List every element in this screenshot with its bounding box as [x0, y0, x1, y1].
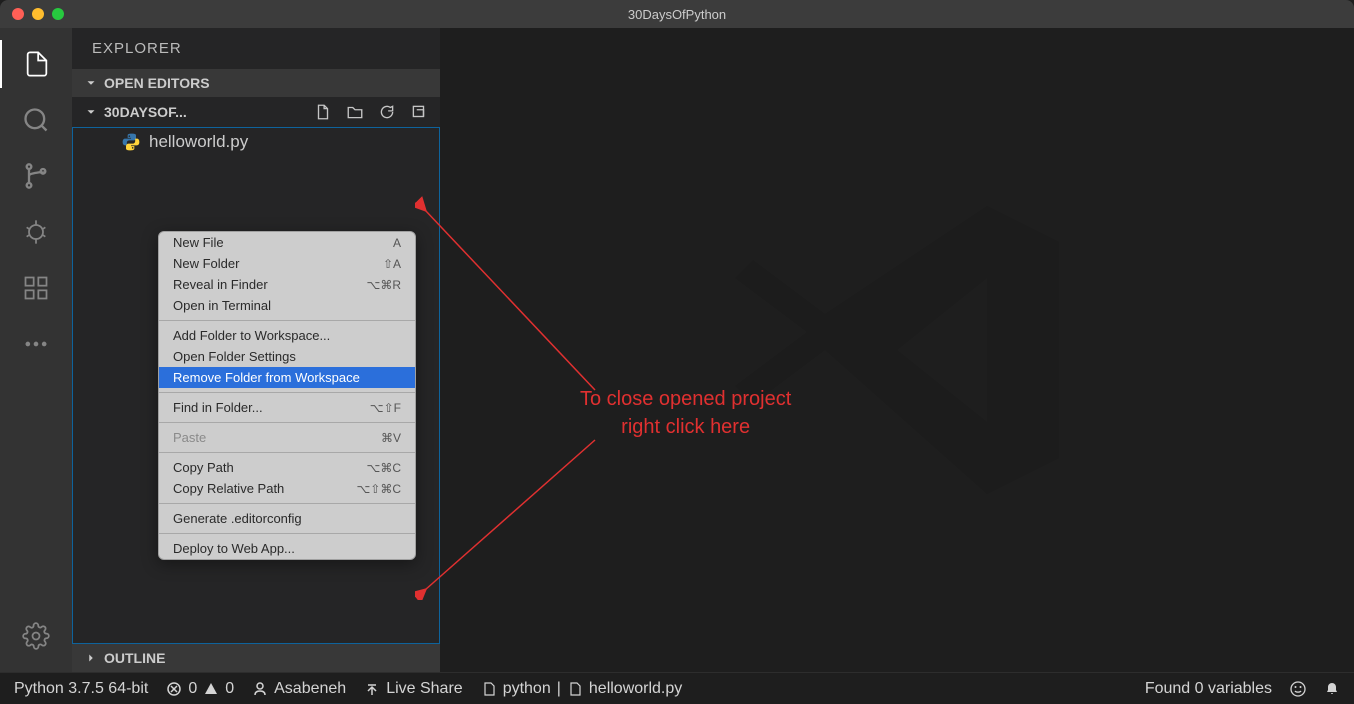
file-icon: [481, 681, 497, 697]
traffic-lights: [12, 8, 64, 20]
folder-section[interactable]: 30DAYSOF...: [72, 97, 440, 127]
new-file-icon[interactable]: [314, 103, 332, 121]
menu-new-folder[interactable]: New Folder⇧A: [159, 253, 415, 274]
folder-name: 30DAYSOF...: [104, 104, 187, 120]
status-python-version[interactable]: Python 3.7.5 64-bit: [14, 680, 148, 698]
status-bar: Python 3.7.5 64-bit 0 0 Asabeneh Live Sh…: [0, 672, 1354, 704]
close-window-button[interactable]: [12, 8, 24, 20]
status-language[interactable]: python | helloworld.py: [481, 680, 683, 698]
person-icon: [252, 681, 268, 697]
warning-icon: [203, 681, 219, 697]
gear-icon: [22, 622, 50, 650]
menu-remove-folder-workspace[interactable]: Remove Folder from Workspace: [159, 367, 415, 388]
files-icon: [23, 50, 51, 78]
maximize-window-button[interactable]: [52, 8, 64, 20]
file-item[interactable]: helloworld.py: [73, 128, 439, 156]
error-icon: [166, 681, 182, 697]
extensions-tab[interactable]: [12, 264, 60, 312]
chevron-down-icon: [84, 76, 98, 90]
new-folder-icon[interactable]: [346, 103, 364, 121]
live-share-icon: [364, 681, 380, 697]
refresh-icon[interactable]: [378, 103, 396, 121]
file-icon: [567, 681, 583, 697]
editor-area: [440, 28, 1354, 672]
source-control-tab[interactable]: [12, 152, 60, 200]
window-title: 30DaysOfPython: [628, 7, 726, 22]
status-user[interactable]: Asabeneh: [252, 680, 346, 698]
menu-new-file[interactable]: New FileA: [159, 232, 415, 253]
menu-copy-path[interactable]: Copy Path⌥⌘C: [159, 457, 415, 478]
outline-section[interactable]: OUTLINE: [72, 644, 440, 672]
activity-bar: [0, 28, 72, 672]
menu-add-folder-workspace[interactable]: Add Folder to Workspace...: [159, 325, 415, 346]
more-tab[interactable]: [12, 320, 60, 368]
status-problems[interactable]: 0 0: [166, 680, 234, 698]
titlebar: 30DaysOfPython: [0, 0, 1354, 28]
smiley-icon: [1290, 681, 1306, 697]
open-editors-label: OPEN EDITORS: [104, 75, 210, 91]
status-feedback[interactable]: [1290, 681, 1306, 697]
menu-generate-editorconfig[interactable]: Generate .editorconfig: [159, 508, 415, 529]
search-icon: [22, 106, 50, 134]
status-variables[interactable]: Found 0 variables: [1145, 680, 1272, 698]
chevron-right-icon: [84, 651, 98, 665]
menu-open-terminal[interactable]: Open in Terminal: [159, 295, 415, 316]
chevron-down-icon: [84, 105, 98, 119]
collapse-all-icon[interactable]: [410, 103, 428, 121]
status-live-share[interactable]: Live Share: [364, 680, 463, 698]
outline-label: OUTLINE: [104, 650, 165, 666]
open-editors-section[interactable]: OPEN EDITORS: [72, 69, 440, 97]
minimize-window-button[interactable]: [32, 8, 44, 20]
file-name: helloworld.py: [149, 132, 248, 152]
menu-find-in-folder[interactable]: Find in Folder...⌥⇧F: [159, 397, 415, 418]
menu-reveal-finder[interactable]: Reveal in Finder⌥⌘R: [159, 274, 415, 295]
sidebar-title: EXPLORER: [72, 28, 440, 69]
search-tab[interactable]: [12, 96, 60, 144]
python-file-icon: [121, 132, 141, 152]
vscode-logo-watermark: [717, 170, 1077, 530]
menu-copy-relative-path[interactable]: Copy Relative Path⌥⇧⌘C: [159, 478, 415, 499]
extensions-icon: [22, 274, 50, 302]
bell-icon: [1324, 681, 1340, 697]
status-notifications[interactable]: [1324, 681, 1340, 697]
menu-deploy-web-app[interactable]: Deploy to Web App...: [159, 538, 415, 559]
bug-icon: [22, 218, 50, 246]
menu-open-folder-settings[interactable]: Open Folder Settings: [159, 346, 415, 367]
git-branch-icon: [22, 162, 50, 190]
debug-tab[interactable]: [12, 208, 60, 256]
ellipsis-icon: [22, 330, 50, 358]
context-menu: New FileA New Folder⇧A Reveal in Finder⌥…: [158, 231, 416, 560]
explorer-tab[interactable]: [0, 40, 72, 88]
settings-tab[interactable]: [12, 612, 60, 660]
menu-paste: Paste⌘V: [159, 427, 415, 448]
